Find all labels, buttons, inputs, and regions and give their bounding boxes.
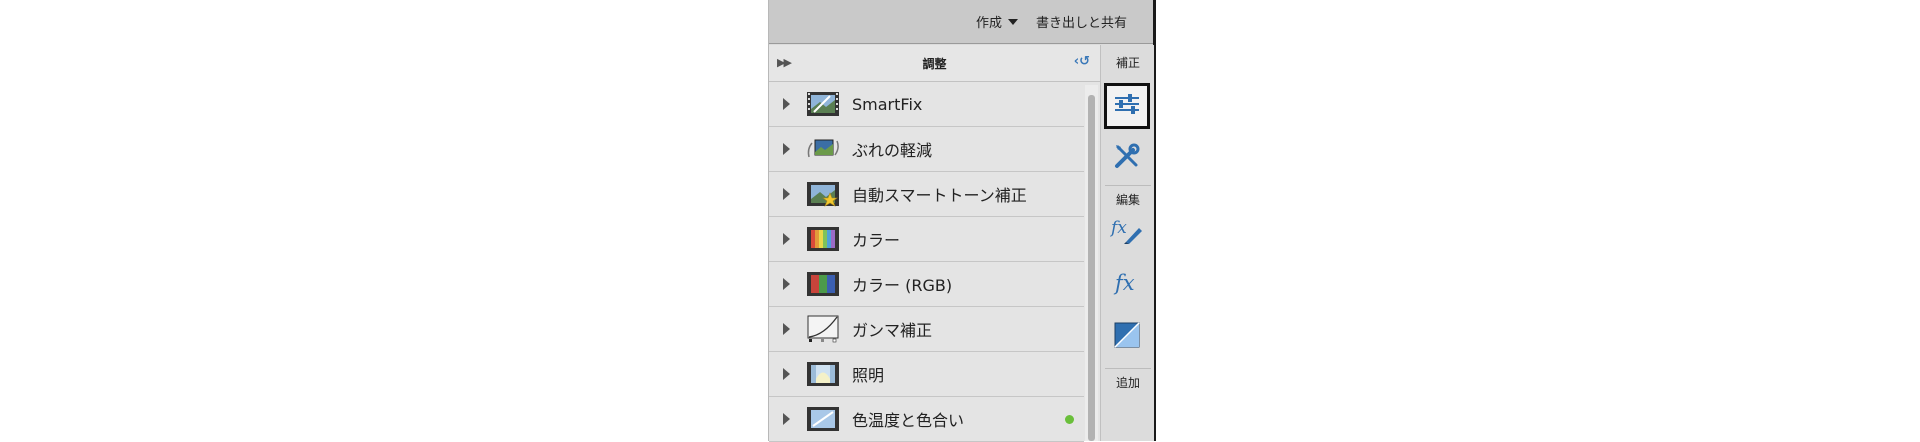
list-item-label: 自動スマートトーン補正 <box>852 186 1027 205</box>
list-item-gamma[interactable]: ガンマ補正 <box>769 307 1084 352</box>
fx-brush-button[interactable]: fx <box>1104 210 1150 256</box>
list-item-smartfix[interactable]: SmartFix <box>769 82 1084 127</box>
list-item-label: カラー (RGB) <box>852 276 953 295</box>
svg-text:fx: fx <box>1113 271 1135 295</box>
list-item-color[interactable]: カラー <box>769 217 1084 262</box>
adjustments-sliders-icon <box>1113 92 1141 120</box>
expand-arrow-icon[interactable] <box>783 233 790 245</box>
list-item-label: カラー <box>852 231 901 250</box>
section-label-edit: 編集 <box>1115 193 1140 207</box>
list-item-label: 色温度と色合い <box>852 411 965 430</box>
auto-smart-tone-icon <box>806 180 840 208</box>
create-dropdown[interactable]: 作成 <box>976 12 1018 31</box>
tools-wrench-icon <box>1113 142 1141 174</box>
list-item-lighting[interactable]: 照明 <box>769 352 1084 397</box>
right-toolbar: 補正 編集 fx fx 追加 <box>1100 45 1154 441</box>
chevron-down-icon <box>1007 18 1018 25</box>
export-share-button[interactable]: 書き出しと共有 <box>1036 12 1127 31</box>
panel-header: ▶▶ 調整 ‹↺ <box>769 45 1100 82</box>
expand-arrow-icon[interactable] <box>783 188 790 200</box>
expand-arrow-icon[interactable] <box>783 368 790 380</box>
list-item-label: ガンマ補正 <box>852 321 933 340</box>
vertical-scrollbar[interactable] <box>1085 85 1098 441</box>
panel-title: 調整 <box>922 56 947 71</box>
list-item-label: ぶれの軽減 <box>852 141 933 160</box>
tools-button[interactable] <box>1104 135 1150 181</box>
list-item-label: SmartFix <box>852 94 923 114</box>
list-item-temperature-tint[interactable]: 色温度と色合い <box>769 397 1084 442</box>
app-window: 作成 書き出しと共有 ▶▶ 調整 ‹↺ SmartFix ぶれの軽減 自動スマー… <box>768 0 1156 442</box>
adjustments-button[interactable] <box>1104 83 1150 129</box>
smartfix-icon <box>806 90 840 118</box>
list-item-color-rgb[interactable]: カラー (RGB) <box>769 262 1084 307</box>
adjustment-list: SmartFix ぶれの軽減 自動スマートトーン補正 カラー カラー (RGB)… <box>769 82 1084 442</box>
color-rgb-icon <box>806 270 840 298</box>
scrollbar-thumb[interactable] <box>1088 95 1095 441</box>
temperature-tint-icon <box>806 405 840 433</box>
fx-icon: fx <box>1112 270 1142 300</box>
svg-text:fx: fx <box>1110 218 1127 238</box>
section-label-correct: 補正 <box>1115 56 1140 70</box>
toolbar-divider <box>1105 368 1151 369</box>
top-bar: 作成 書き出しと共有 <box>769 0 1153 44</box>
status-dot <box>1065 415 1074 424</box>
color-icon <box>806 225 840 253</box>
gradient-button[interactable] <box>1104 314 1150 360</box>
adjustments-panel: ▶▶ 調整 ‹↺ SmartFix ぶれの軽減 自動スマートトーン補正 カラー … <box>769 45 1100 442</box>
section-label-add: 追加 <box>1115 376 1140 390</box>
expand-arrow-icon[interactable] <box>783 323 790 335</box>
shake-reduction-icon <box>806 135 840 163</box>
lighting-icon <box>806 360 840 388</box>
list-item-auto-smart-tone[interactable]: 自動スマートトーン補正 <box>769 172 1084 217</box>
expand-arrow-icon[interactable] <box>783 143 790 155</box>
gamma-curve-icon <box>806 315 840 343</box>
expand-arrow-icon[interactable] <box>783 98 790 110</box>
expand-arrow-icon[interactable] <box>783 278 790 290</box>
create-label: 作成 <box>975 16 1002 31</box>
list-item-label: 照明 <box>852 366 885 385</box>
gradient-square-icon <box>1114 322 1140 352</box>
fx-brush-icon: fx <box>1109 216 1144 250</box>
reset-icon[interactable]: ‹↺ <box>1074 54 1090 69</box>
expand-arrow-icon[interactable] <box>783 413 790 425</box>
toolbar-divider <box>1105 185 1151 186</box>
fx-button[interactable]: fx <box>1104 262 1150 308</box>
list-item-shake-reduction[interactable]: ぶれの軽減 <box>769 127 1084 172</box>
